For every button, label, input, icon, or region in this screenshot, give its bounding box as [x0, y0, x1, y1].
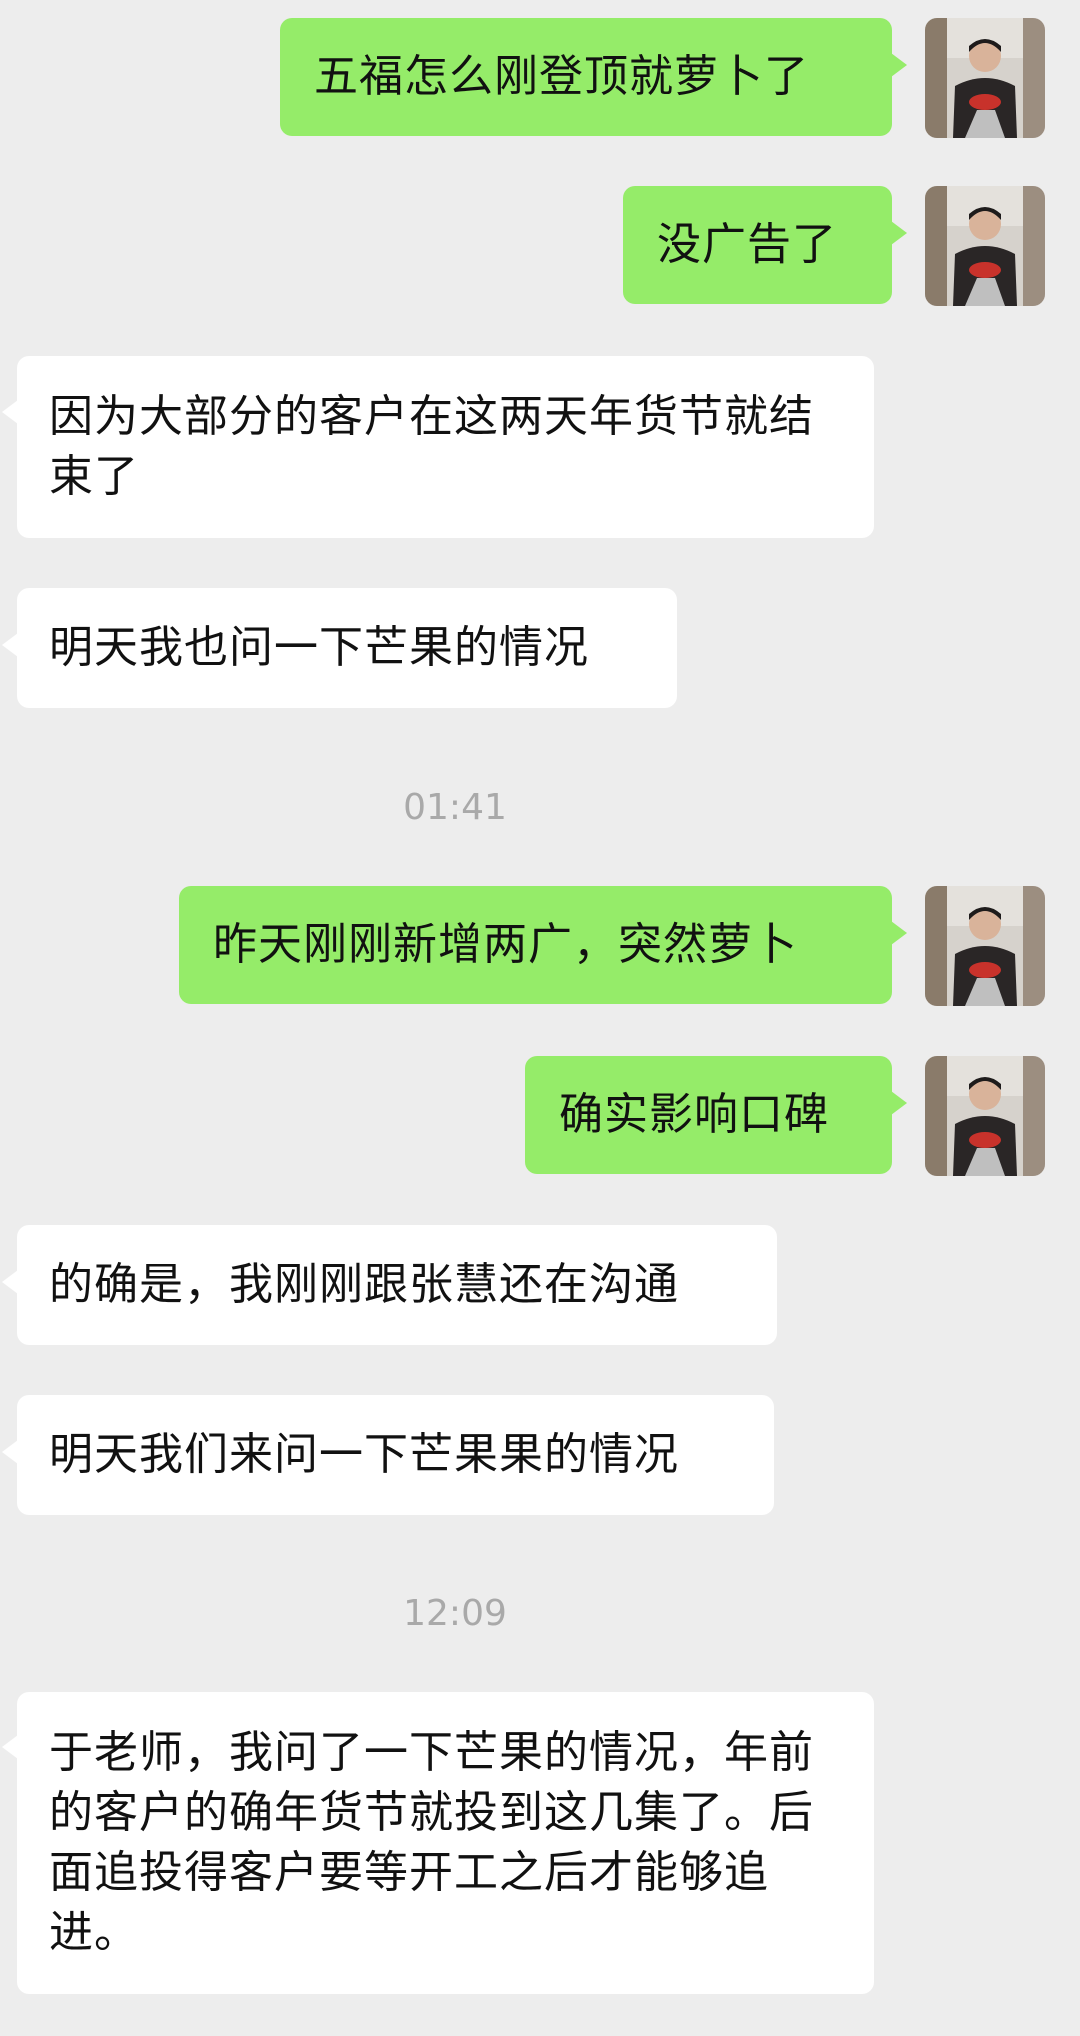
timestamp: 01:41 — [403, 787, 507, 828]
message-text: 没广告了 — [657, 219, 837, 270]
outgoing-message-bubble[interactable]: 确实影响口碑 — [525, 1056, 892, 1174]
incoming-message-bubble[interactable]: 于老师，我问了一下芒果的情况，年前的客户的确年货节就投到这几集了。后面追投得客户… — [17, 1692, 874, 1994]
outgoing-message-bubble[interactable]: 五福怎么刚登顶就萝卜了 — [280, 18, 892, 136]
incoming-message-bubble[interactable]: 明天我也问一下芒果的情况 — [17, 588, 677, 708]
message-text: 因为大部分的客户在这两天年货节就结束了 — [49, 391, 814, 502]
bubble-tail — [891, 53, 907, 77]
incoming-message-bubble[interactable]: 的确是，我刚刚跟张慧还在沟通 — [17, 1225, 777, 1345]
bubble-tail — [2, 633, 18, 657]
incoming-message-bubble[interactable]: 明天我们来问一下芒果果的情况 — [17, 1395, 774, 1515]
bubble-tail — [891, 221, 907, 245]
bubble-tail — [891, 1091, 907, 1115]
avatar[interactable] — [925, 1056, 1045, 1176]
user-photo-avatar-icon — [925, 186, 1045, 306]
outgoing-message-bubble[interactable]: 昨天刚刚新增两广，突然萝卜 — [179, 886, 892, 1004]
timestamp: 12:09 — [403, 1593, 507, 1634]
message-text: 确实影响口碑 — [559, 1089, 829, 1140]
avatar[interactable] — [925, 886, 1045, 1006]
bubble-tail — [2, 1440, 18, 1464]
incoming-message-bubble[interactable]: 因为大部分的客户在这两天年货节就结束了 — [17, 356, 874, 538]
bubble-tail — [891, 921, 907, 945]
outgoing-message-bubble[interactable]: 没广告了 — [623, 186, 892, 304]
message-text: 于老师，我问了一下芒果的情况，年前的客户的确年货节就投到这几集了。后面追投得客户… — [49, 1727, 814, 1958]
message-text: 明天我们来问一下芒果果的情况 — [49, 1429, 679, 1480]
message-text: 的确是，我刚刚跟张慧还在沟通 — [49, 1259, 679, 1310]
avatar[interactable] — [925, 186, 1045, 306]
user-photo-avatar-icon — [925, 18, 1045, 138]
avatar[interactable] — [925, 18, 1045, 138]
message-text: 昨天刚刚新增两广，突然萝卜 — [213, 919, 798, 970]
message-text: 五福怎么刚登顶就萝卜了 — [314, 51, 809, 102]
bubble-tail — [2, 1270, 18, 1294]
chat-message-list[interactable]: 五福怎么刚登顶就萝卜了 没广告了 因为大部分的客户在这两天年货节就结束了 明天我… — [0, 0, 1080, 2036]
user-photo-avatar-icon — [925, 886, 1045, 1006]
message-text: 明天我也问一下芒果的情况 — [49, 622, 589, 673]
bubble-tail — [2, 1735, 18, 1759]
user-photo-avatar-icon — [925, 1056, 1045, 1176]
bubble-tail — [2, 400, 18, 424]
